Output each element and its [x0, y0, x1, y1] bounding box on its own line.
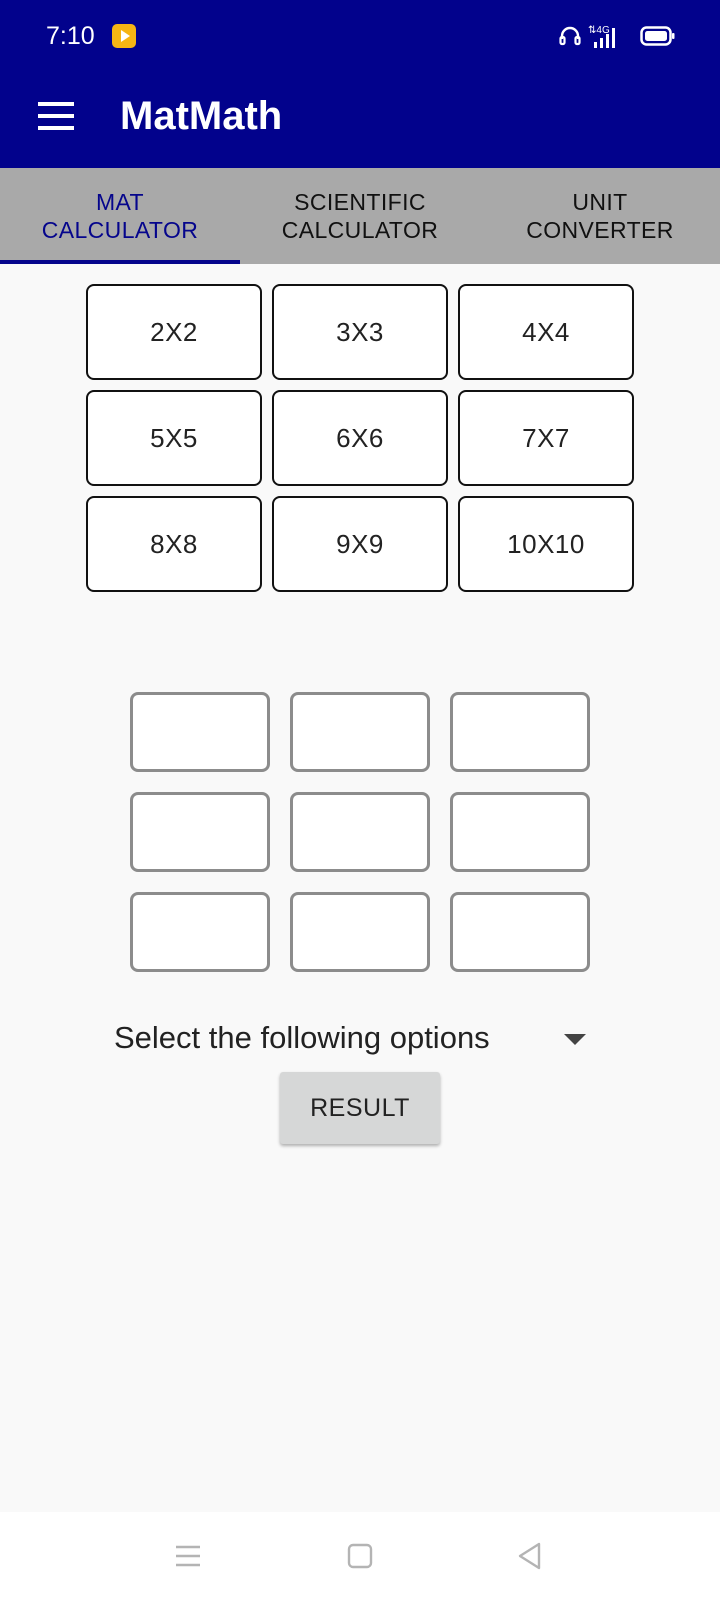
- matrix-cell-r3c2[interactable]: [290, 892, 430, 972]
- home-icon[interactable]: [344, 1540, 376, 1572]
- matrix-cell-r1c3[interactable]: [450, 692, 590, 772]
- recent-apps-icon[interactable]: [172, 1540, 204, 1572]
- size-button-9x9[interactable]: 9X9: [272, 496, 448, 592]
- tab-label-line2: CALCULATOR: [41, 217, 199, 243]
- tab-label-line1: UNIT: [572, 189, 628, 215]
- size-button-3x3[interactable]: 3X3: [272, 284, 448, 380]
- result-button[interactable]: RESULT: [280, 1072, 440, 1144]
- tab-mat-calculator[interactable]: MAT CALCULATOR: [0, 168, 240, 264]
- tab-label-line2: CALCULATOR: [281, 217, 439, 243]
- media-play-icon: [112, 24, 136, 48]
- app-bar: MatMath: [0, 72, 720, 168]
- signal-4g-icon: ⇅4G: [588, 25, 615, 48]
- tab-bar: MAT CALCULATOR SCIENTIFIC CALCULATOR UNI…: [0, 168, 720, 264]
- size-button-6x6[interactable]: 6X6: [272, 390, 448, 486]
- matrix-cell-r2c2[interactable]: [290, 792, 430, 872]
- navigation-bar: [0, 1512, 720, 1600]
- size-button-2x2[interactable]: 2X2: [86, 284, 262, 380]
- matrix-cell-r1c2[interactable]: [290, 692, 430, 772]
- tab-label-line1: SCIENTIFIC: [294, 189, 426, 215]
- tab-label-line1: MAT: [95, 189, 145, 215]
- matrix-cell-r1c1[interactable]: [130, 692, 270, 772]
- dropdown-arrow-icon: [564, 1034, 586, 1045]
- size-button-10x10[interactable]: 10X10: [458, 496, 634, 592]
- matrix-cell-r2c1[interactable]: [130, 792, 270, 872]
- tab-scientific-calculator[interactable]: SCIENTIFIC CALCULATOR: [240, 168, 480, 264]
- tab-unit-converter[interactable]: UNIT CONVERTER: [480, 168, 720, 264]
- size-button-5x5[interactable]: 5X5: [86, 390, 262, 486]
- hamburger-menu-icon[interactable]: [34, 94, 78, 138]
- size-button-4x4[interactable]: 4X4: [458, 284, 634, 380]
- status-time: 7:10: [46, 22, 95, 50]
- headset-icon: [559, 26, 581, 46]
- dropdown-selected-value: Select the following options: [114, 1020, 490, 1055]
- battery-icon: [640, 26, 675, 46]
- back-icon[interactable]: [514, 1540, 546, 1572]
- size-button-8x8[interactable]: 8X8: [86, 496, 262, 592]
- matrix-cell-r3c3[interactable]: [450, 892, 590, 972]
- status-bar: 7:10 ⇅4G: [0, 0, 720, 72]
- active-tab-indicator: [0, 260, 240, 264]
- app-title: MatMath: [120, 94, 283, 138]
- operation-dropdown[interactable]: Select the following options: [112, 1010, 592, 1066]
- matrix-cell-r3c1[interactable]: [130, 892, 270, 972]
- size-button-7x7[interactable]: 7X7: [458, 390, 634, 486]
- matrix-cell-r2c3[interactable]: [450, 792, 590, 872]
- tab-label-line2: CONVERTER: [526, 217, 674, 243]
